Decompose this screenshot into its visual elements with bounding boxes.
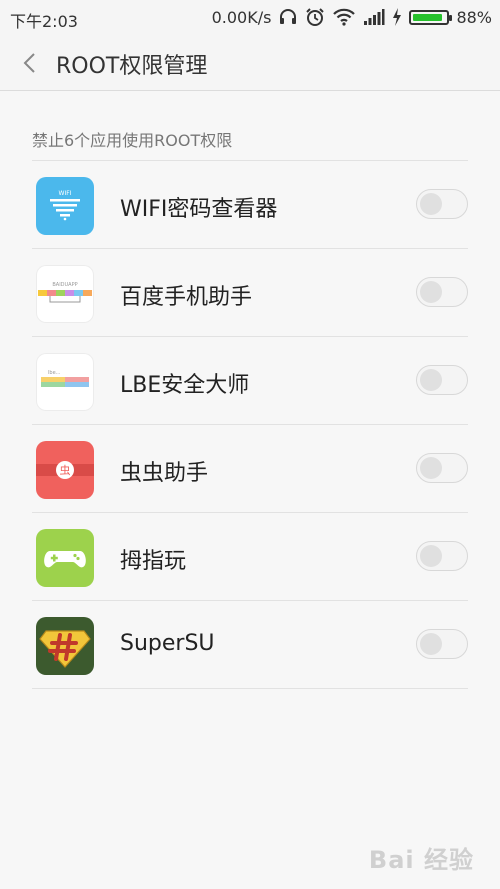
app-row: lbe... LBE安全大师 [32, 337, 468, 425]
page-title: ROOT权限管理 [56, 54, 208, 79]
app-row: 虫 虫虫助手 [32, 425, 468, 513]
app-list: WIFI WIFI密码查看器 BAIDUAPP 百度手机助手 lbe... LB… [32, 160, 468, 689]
status-time: 下午2:03 [10, 12, 78, 31]
toggle-knob [420, 457, 442, 479]
headset-icon [278, 7, 298, 27]
back-button[interactable] [18, 50, 44, 76]
svg-text:lbe...: lbe... [48, 370, 61, 376]
net-speed: 0.00K/s [211, 7, 272, 27]
root-toggle[interactable] [416, 189, 468, 219]
wifi-password-viewer-icon: WIFI [36, 177, 94, 235]
lbe-security-icon: lbe... [36, 353, 94, 411]
app-name: SuperSU [120, 631, 215, 656]
app-name: WIFI密码查看器 [120, 197, 278, 222]
chevron-left-icon [23, 53, 35, 73]
toggle-knob [420, 633, 442, 655]
chongchong-assistant-icon: 虫 [36, 441, 94, 499]
toggle-knob [420, 281, 442, 303]
wifi-icon [332, 7, 356, 27]
root-toggle[interactable] [416, 541, 468, 571]
app-row: BAIDUAPP 百度手机助手 [32, 249, 468, 337]
app-name: 拇指玩 [120, 549, 187, 574]
toggle-knob [420, 545, 442, 567]
app-name: LBE安全大师 [120, 373, 250, 398]
root-toggle[interactable] [416, 365, 468, 395]
toggle-knob [420, 369, 442, 391]
battery-icon [409, 9, 453, 25]
svg-text:WIFI: WIFI [59, 190, 72, 197]
supersu-icon [36, 617, 94, 675]
app-name: 虫虫助手 [120, 461, 209, 486]
app-row: WIFI WIFI密码查看器 [32, 161, 468, 249]
app-row: SuperSU [32, 601, 468, 689]
root-toggle[interactable] [416, 277, 468, 307]
status-icons: 0.00K/s 88% [212, 7, 492, 27]
root-toggle[interactable] [416, 453, 468, 483]
baidu-watermark: Bai 经验 [368, 846, 474, 874]
alarm-icon [305, 7, 325, 27]
svg-text:BAIDUAPP: BAIDUAPP [52, 282, 77, 288]
app-row: 拇指玩 [32, 513, 468, 601]
battery-fill [413, 13, 442, 21]
muzhiwan-gamepad-icon [36, 529, 94, 587]
section-label: 禁止6个应用使用ROOT权限 [32, 131, 233, 150]
battery-percent: 88% [456, 7, 492, 27]
baidu-assistant-icon: BAIDUAPP [36, 265, 94, 323]
app-name: 百度手机助手 [120, 285, 253, 310]
svg-text:虫: 虫 [60, 464, 71, 477]
root-toggle[interactable] [416, 629, 468, 659]
toggle-knob [420, 193, 442, 215]
status-bar: 下午2:03 0.00K/s 88% [0, 0, 500, 36]
signal-icon [363, 8, 385, 26]
charging-icon [392, 8, 402, 26]
title-bar: ROOT权限管理 [0, 36, 500, 91]
